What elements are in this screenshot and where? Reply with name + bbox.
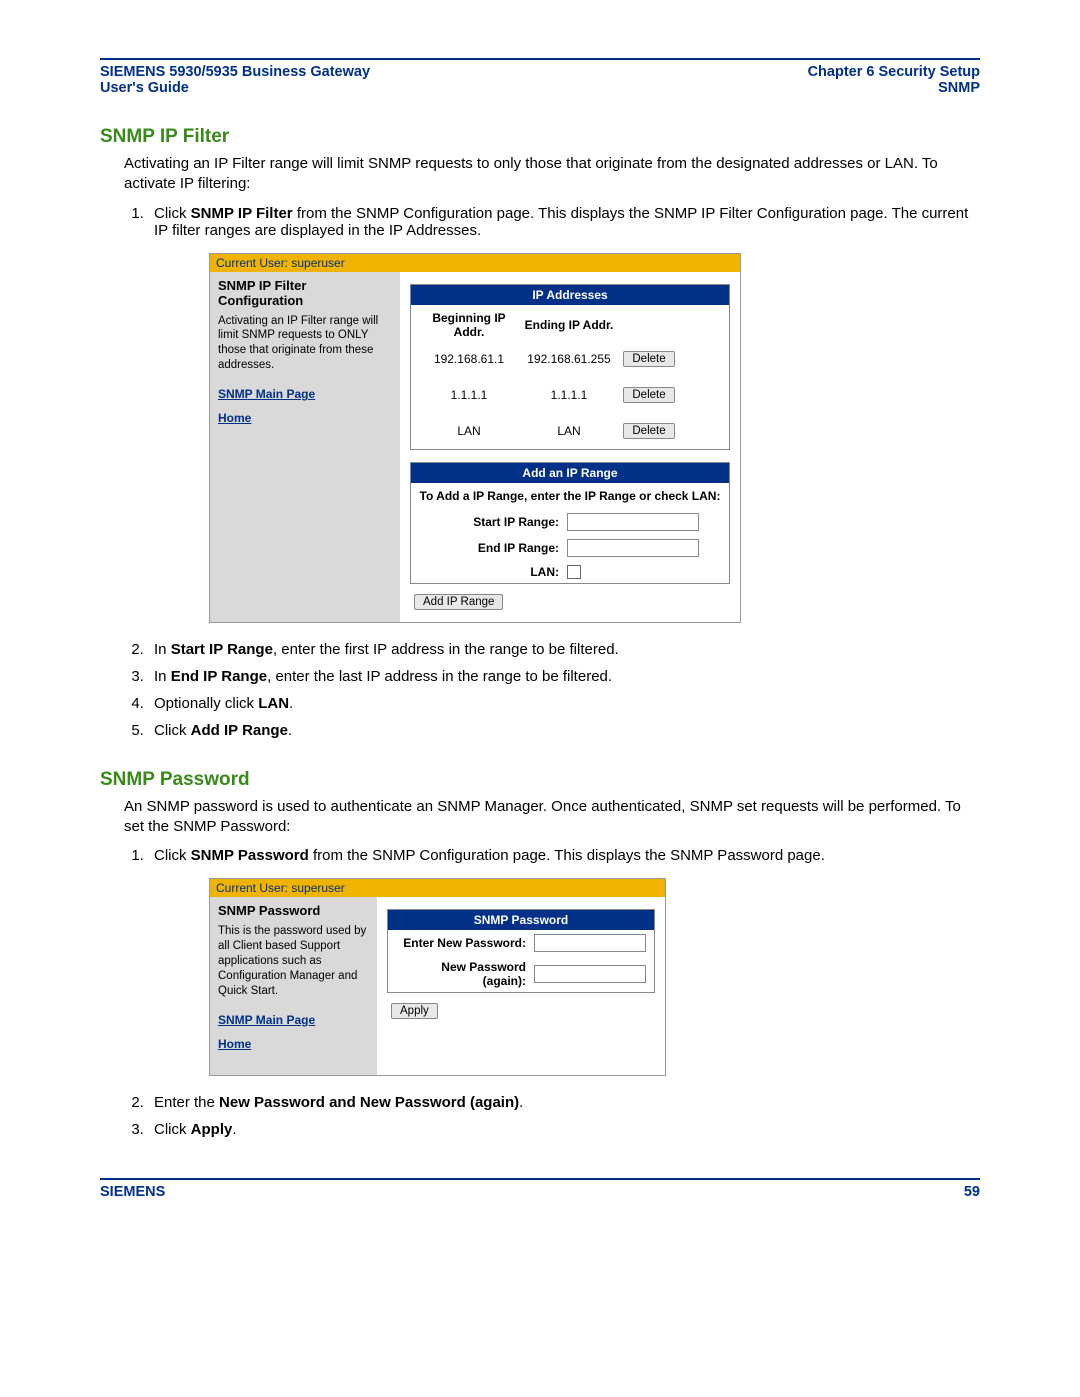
link-home[interactable]: Home <box>218 411 392 425</box>
delete-button[interactable]: Delete <box>623 351 674 367</box>
delete-button[interactable]: Delete <box>623 387 674 403</box>
step-text: , enter the last IP address in the range… <box>267 668 612 685</box>
intro-text: Activating an IP Filter range will limit… <box>124 154 980 195</box>
lan-checkbox[interactable] <box>567 565 581 579</box>
step-text: . <box>232 1121 236 1138</box>
step-text: Enter the <box>154 1094 219 1111</box>
step-text: , enter the first IP address in the rang… <box>273 641 619 658</box>
table-row: LAN LAN Delete <box>411 413 729 449</box>
step-text: from the SNMP Configuration page. This d… <box>309 847 825 864</box>
step-text: Click <box>154 1121 191 1138</box>
snmp-password-panel: SNMP Password Enter New Password: New Pa… <box>387 909 655 993</box>
step-bold: Start IP Range <box>171 641 273 658</box>
sidebar-desc: This is the password used by all Client … <box>218 924 369 999</box>
intro-text-2: An SNMP password is used to authenticate… <box>124 797 980 838</box>
ip-end: 192.168.61.255 <box>519 352 619 366</box>
page-footer: SIEMENS 59 <box>100 1184 980 1200</box>
col-end: Ending IP Addr. <box>519 318 619 332</box>
end-ip-input[interactable] <box>567 539 699 557</box>
step-1: Click SNMP IP Filter from the SNMP Confi… <box>148 205 980 623</box>
table-row: 1.1.1.1 1.1.1.1 Delete <box>411 377 729 413</box>
add-range-instr: To Add a IP Range, enter the IP Range or… <box>411 483 729 509</box>
step-text: Click <box>154 722 191 739</box>
step-1-pwd: Click SNMP Password from the SNMP Config… <box>148 847 980 1076</box>
step-bold: LAN <box>258 695 289 712</box>
new-password-input[interactable] <box>534 934 646 952</box>
header-topic: SNMP <box>808 80 980 96</box>
footer-brand: SIEMENS <box>100 1184 165 1200</box>
col-begin: Beginning IP Addr. <box>419 311 519 339</box>
start-ip-label: Start IP Range: <box>419 515 567 529</box>
step-text: . <box>289 695 293 712</box>
step-bold: SNMP Password <box>191 847 309 864</box>
add-range-header: Add an IP Range <box>411 463 729 483</box>
screenshot-ip-filter: Current User: superuser SNMP IP Filter C… <box>209 253 741 623</box>
add-ip-range-panel: Add an IP Range To Add a IP Range, enter… <box>410 462 730 584</box>
screenshot-snmp-password: Current User: superuser SNMP Password Th… <box>209 878 666 1076</box>
header-guide: User's Guide <box>100 80 370 96</box>
ip-begin: LAN <box>419 424 519 438</box>
sidebar-title: SNMP Password <box>218 903 369 918</box>
screenshot-sidebar: SNMP IP Filter Configuration Activating … <box>210 272 400 622</box>
step-bold: End IP Range <box>171 668 267 685</box>
step-bold: New Password and New Password (again) <box>219 1094 519 1111</box>
steps-list-1: Click SNMP IP Filter from the SNMP Confi… <box>124 205 980 739</box>
add-ip-range-button[interactable]: Add IP Range <box>414 594 503 610</box>
new-password-again-input[interactable] <box>534 965 646 983</box>
step-4: Optionally click LAN. <box>148 695 980 712</box>
link-home[interactable]: Home <box>218 1037 369 1051</box>
section-title-snmp-ip-filter: SNMP IP Filter <box>100 126 980 148</box>
new-password-label: Enter New Password: <box>396 936 534 950</box>
header-chapter: Chapter 6 Security Setup <box>808 64 980 80</box>
step-2-pwd: Enter the New Password and New Password … <box>148 1094 980 1111</box>
apply-button[interactable]: Apply <box>391 1003 438 1019</box>
lan-label: LAN: <box>419 565 567 579</box>
step-3: In End IP Range, enter the last IP addre… <box>148 668 980 685</box>
screenshot-sidebar: SNMP Password This is the password used … <box>210 897 377 1075</box>
step-bold: Apply <box>191 1121 233 1138</box>
steps-list-2: Click SNMP Password from the SNMP Config… <box>124 847 980 1138</box>
section-title-snmp-password: SNMP Password <box>100 769 980 791</box>
current-user-bar: Current User: superuser <box>210 879 665 897</box>
ip-end: 1.1.1.1 <box>519 388 619 402</box>
step-5: Click Add IP Range. <box>148 722 980 739</box>
step-text: . <box>288 722 292 739</box>
start-ip-input[interactable] <box>567 513 699 531</box>
step-text: In <box>154 668 171 685</box>
step-1-bold: SNMP IP Filter <box>191 205 293 222</box>
step-1-text: Click <box>154 205 191 222</box>
sidebar-desc: Activating an IP Filter range will limit… <box>218 314 392 374</box>
step-3-pwd: Click Apply. <box>148 1121 980 1138</box>
snmp-password-header: SNMP Password <box>388 910 654 930</box>
ip-begin: 192.168.61.1 <box>419 352 519 366</box>
step-text: In <box>154 641 171 658</box>
current-user-bar: Current User: superuser <box>210 254 740 272</box>
step-text: Click <box>154 847 191 864</box>
footer-page-number: 59 <box>964 1184 980 1200</box>
step-2: In Start IP Range, enter the first IP ad… <box>148 641 980 658</box>
delete-button[interactable]: Delete <box>623 423 674 439</box>
ip-begin: 1.1.1.1 <box>419 388 519 402</box>
page-header: SIEMENS 5930/5935 Business Gateway User'… <box>100 64 980 96</box>
step-text: Optionally click <box>154 695 258 712</box>
ip-end: LAN <box>519 424 619 438</box>
header-product: SIEMENS 5930/5935 Business Gateway <box>100 64 370 80</box>
new-password-again-label: New Password (again): <box>396 960 534 988</box>
link-snmp-main[interactable]: SNMP Main Page <box>218 387 392 401</box>
step-bold: Add IP Range <box>191 722 288 739</box>
ip-addresses-table: IP Addresses Beginning IP Addr. Ending I… <box>410 284 730 450</box>
step-text: . <box>519 1094 523 1111</box>
table-row: 192.168.61.1 192.168.61.255 Delete <box>411 341 729 377</box>
end-ip-label: End IP Range: <box>419 541 567 555</box>
link-snmp-main[interactable]: SNMP Main Page <box>218 1013 369 1027</box>
sidebar-title: SNMP IP Filter Configuration <box>218 278 392 308</box>
ip-addresses-header: IP Addresses <box>411 285 729 305</box>
